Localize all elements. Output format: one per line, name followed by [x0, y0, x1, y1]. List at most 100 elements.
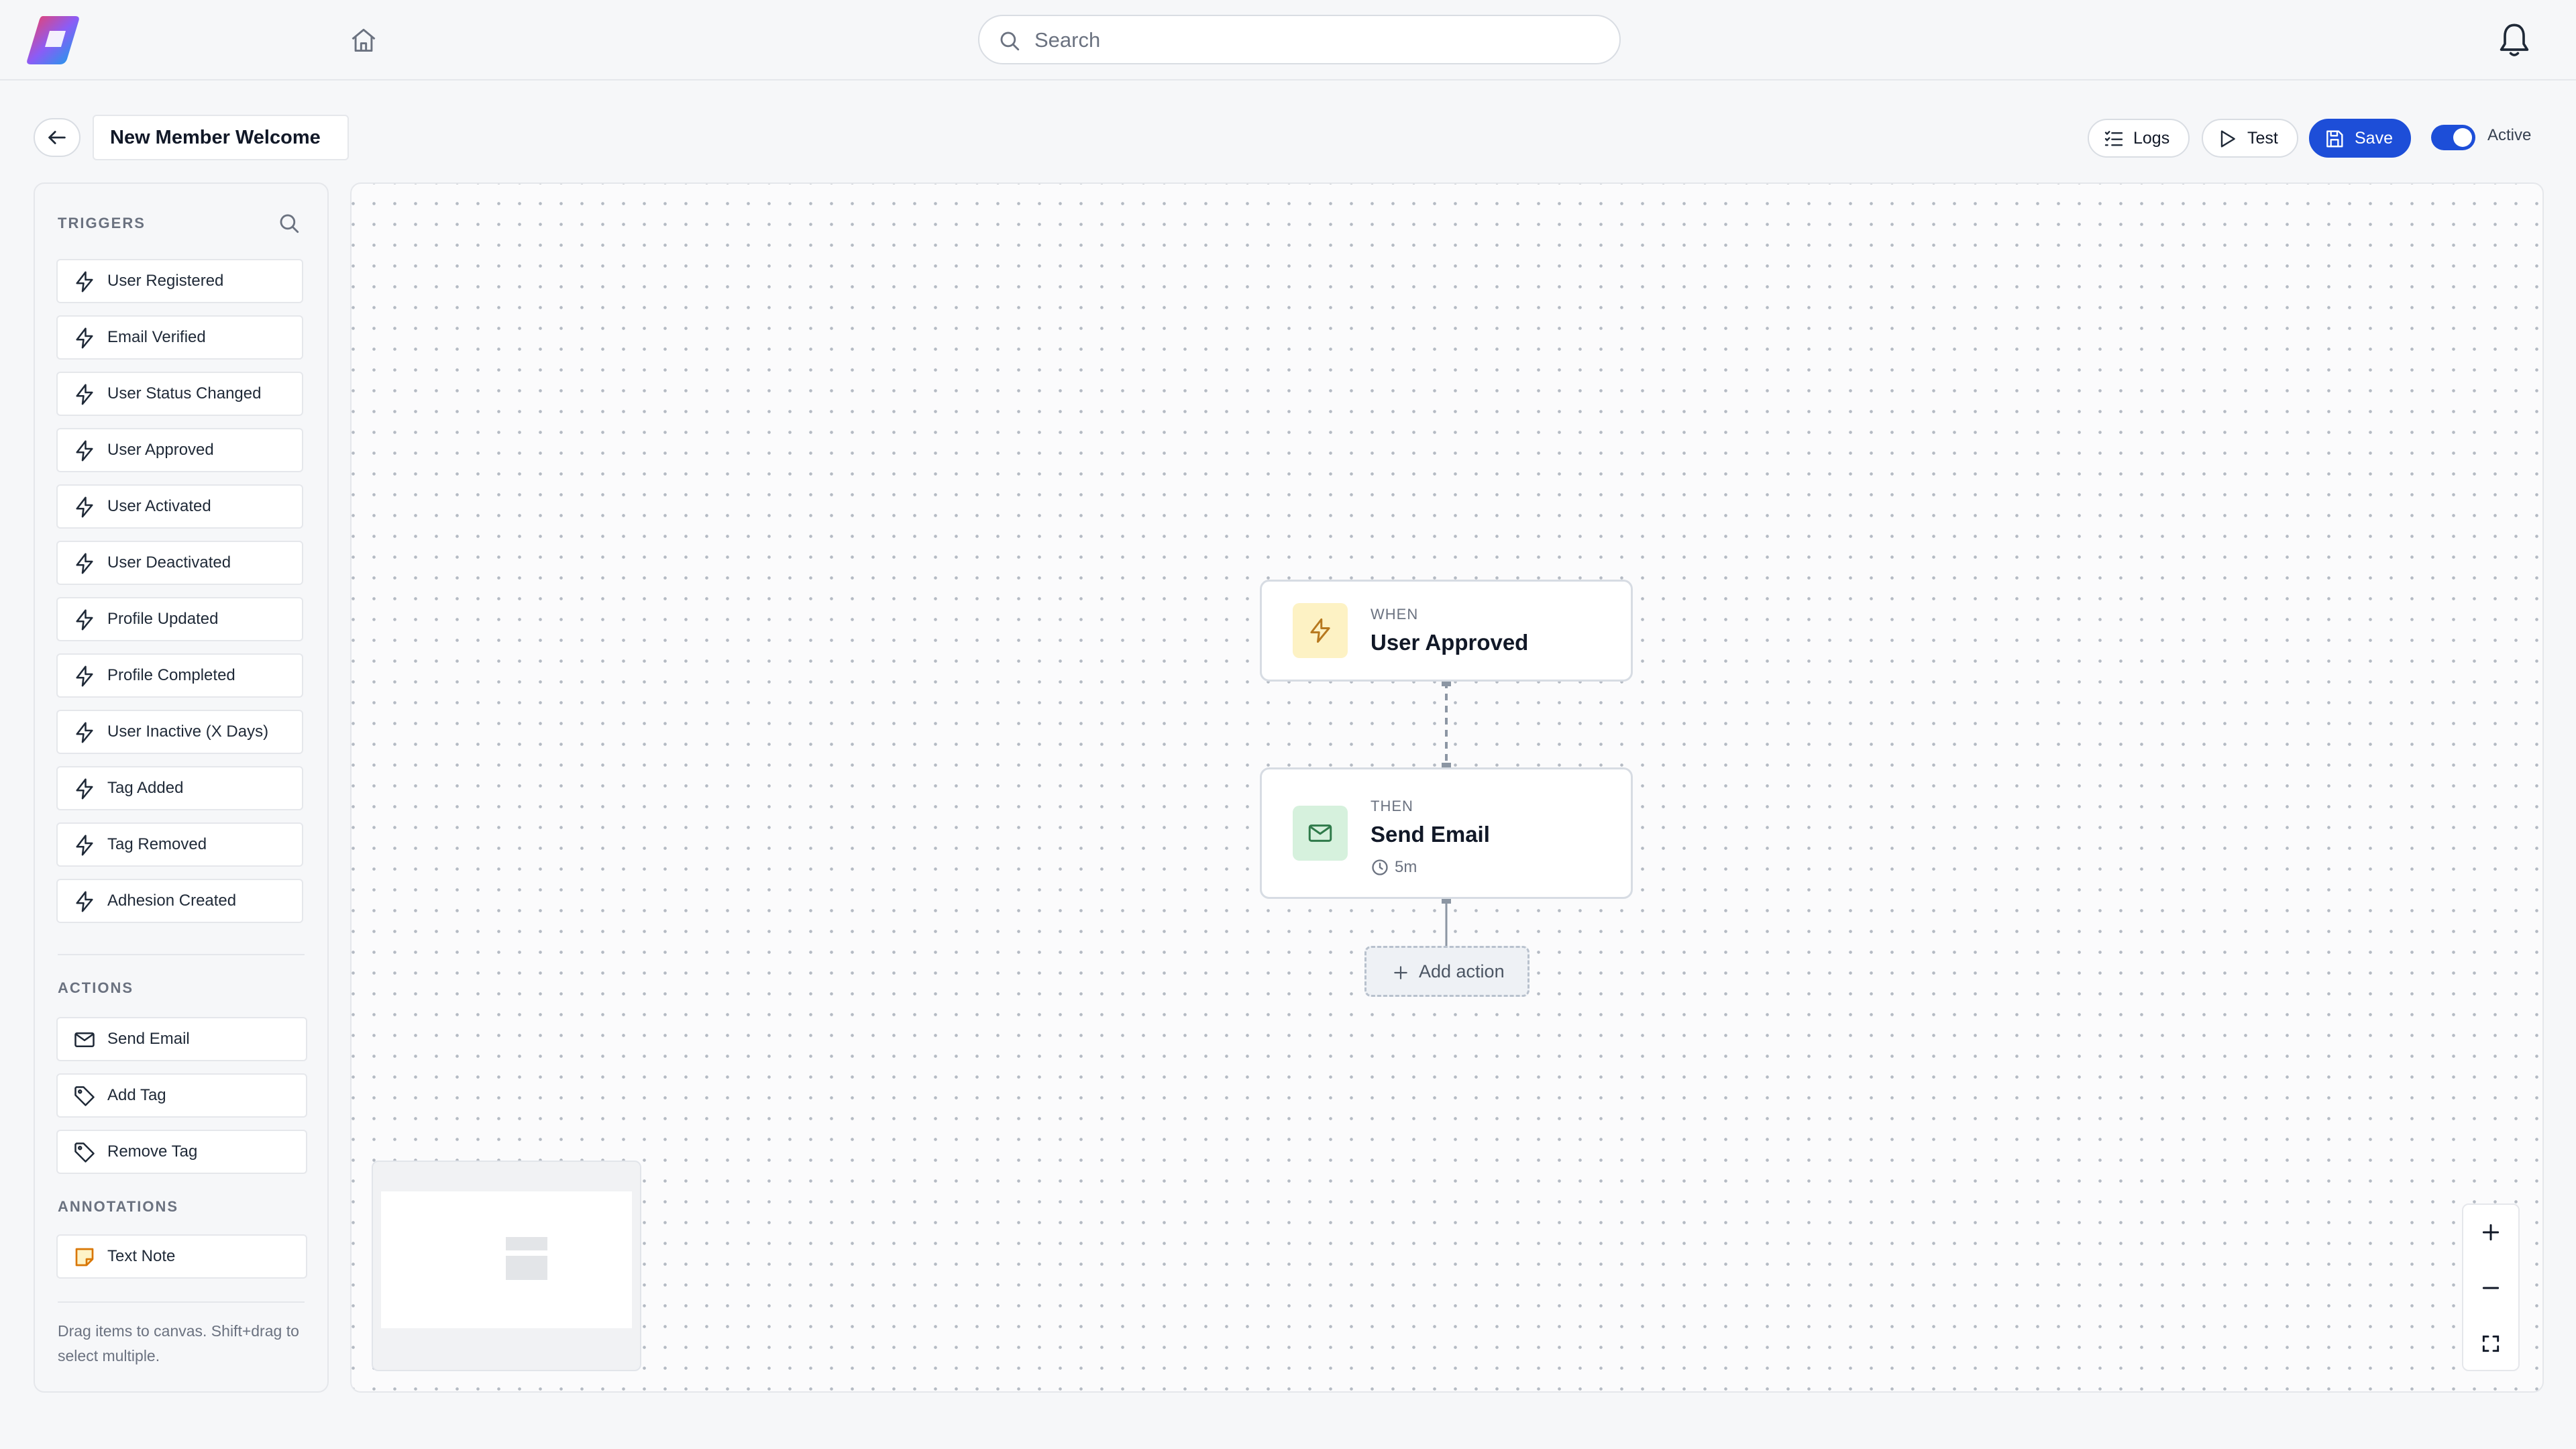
node-title: User Approved: [1371, 630, 1529, 655]
trigger-item[interactable]: User Status Changed: [56, 372, 303, 416]
trigger-label: Tag Added: [107, 779, 184, 797]
minus-icon: [2482, 1287, 2500, 1289]
add-action-label: Add action: [1419, 961, 1505, 981]
trigger-item[interactable]: Profile Updated: [56, 597, 303, 641]
sidebar-hint: Drag items to canvas. Shift+drag to sele…: [58, 1322, 299, 1364]
trigger-label: User Status Changed: [107, 384, 262, 402]
lightning-icon: [76, 496, 93, 518]
minimap[interactable]: [372, 1161, 641, 1371]
trigger-label: User Registered: [107, 272, 224, 290]
search-icon: [1000, 32, 1020, 51]
minimap-node: [506, 1256, 547, 1280]
action-add-tag[interactable]: Add Tag: [56, 1073, 307, 1118]
mail-icon: [1308, 824, 1332, 842]
floppy-icon: [2326, 130, 2343, 148]
trigger-label: Tag Removed: [107, 835, 207, 853]
trigger-item[interactable]: Adhesion Created: [56, 879, 303, 923]
clock-icon: [1372, 859, 1388, 875]
delay-value: 5m: [1395, 858, 1417, 876]
trigger-item[interactable]: User Registered: [56, 259, 303, 303]
search-bar[interactable]: [978, 15, 1621, 64]
lightning-icon: [76, 609, 93, 631]
search-icon[interactable]: [278, 212, 301, 235]
trigger-label: Profile Updated: [107, 610, 219, 628]
workflow-name-field[interactable]: New Member Welcome: [93, 115, 349, 160]
annotations-title: ANNOTATIONS: [58, 1198, 179, 1215]
lightning-icon: [76, 384, 93, 405]
trigger-item[interactable]: User Inactive (X Days): [56, 710, 303, 754]
lightning-icon: [76, 271, 93, 292]
mail-icon: [74, 1032, 95, 1048]
action-label: Send Email: [107, 1030, 190, 1048]
logs-label: Logs: [2133, 129, 2170, 148]
plus-icon: [2482, 1224, 2500, 1241]
trigger-label: User Deactivated: [107, 553, 231, 572]
trigger-item[interactable]: Tag Removed: [56, 822, 303, 867]
trigger-label: Adhesion Created: [107, 892, 237, 910]
list-icon: [2104, 131, 2123, 146]
trigger-label: User Activated: [107, 497, 211, 515]
lightning-icon: [76, 665, 93, 687]
test-label: Test: [2247, 129, 2278, 148]
annotation-label: Text Note: [107, 1247, 176, 1265]
note-icon: [75, 1248, 94, 1267]
fullscreen-icon: [2482, 1335, 2500, 1352]
action-label: Remove Tag: [107, 1142, 198, 1161]
bell-icon[interactable]: [2497, 21, 2532, 59]
trigger-item[interactable]: User Approved: [56, 428, 303, 472]
lightning-icon: [76, 722, 93, 743]
lightning-icon: [76, 778, 93, 800]
minimap-node: [506, 1237, 547, 1250]
fit-view-button[interactable]: [2463, 1316, 2518, 1371]
trigger-label: User Approved: [107, 441, 214, 459]
arrow-left-icon: [48, 131, 66, 144]
trigger-item[interactable]: User Deactivated: [56, 541, 303, 585]
lightning-icon: [76, 891, 93, 912]
trigger-item[interactable]: User Activated: [56, 484, 303, 529]
lightning-icon: [76, 327, 93, 349]
action-send-email[interactable]: Send Email: [56, 1017, 307, 1061]
actions-title: ACTIONS: [58, 979, 133, 996]
lightning-icon: [1310, 618, 1330, 643]
tag-icon: [74, 1086, 95, 1106]
node-kicker: WHEN: [1371, 606, 1419, 623]
trigger-node[interactable]: WHEN User Approved: [1260, 580, 1633, 682]
trigger-item[interactable]: Tag Added: [56, 766, 303, 810]
active-label: Active: [2487, 126, 2532, 144]
save-label: Save: [2355, 129, 2393, 148]
annotation-text-note[interactable]: Text Note: [56, 1234, 307, 1279]
trigger-label: Profile Completed: [107, 666, 235, 684]
zoom-in-button[interactable]: [2463, 1205, 2518, 1260]
node-kicker: THEN: [1371, 798, 1413, 814]
action-label: Add Tag: [107, 1086, 166, 1104]
zoom-out-button[interactable]: [2463, 1260, 2518, 1316]
action-remove-tag[interactable]: Remove Tag: [56, 1130, 307, 1174]
trigger-item[interactable]: Email Verified: [56, 315, 303, 360]
lightning-icon: [76, 553, 93, 574]
plus-icon: [1394, 966, 1407, 979]
add-action-button[interactable]: Add action: [1364, 946, 1529, 997]
zoom-controls: [2462, 1203, 2520, 1371]
action-badge: [1293, 806, 1348, 861]
app-logo[interactable]: [25, 15, 80, 66]
home-icon[interactable]: [349, 25, 378, 55]
divider: [58, 954, 305, 955]
toggle-knob: [2453, 128, 2472, 147]
active-toggle[interactable]: [2431, 125, 2475, 150]
node-title: Send Email: [1371, 822, 1490, 847]
search-input[interactable]: [1033, 20, 1613, 60]
trigger-item[interactable]: Profile Completed: [56, 653, 303, 698]
workflow-canvas[interactable]: WHEN User Approved THEN Send Email 5m Ad…: [350, 182, 2544, 1393]
action-node[interactable]: THEN Send Email 5m: [1260, 767, 1633, 899]
node-palette-sidebar: TRIGGERS User Registered Email Verified Us…: [34, 182, 329, 1393]
trigger-badge: [1293, 603, 1348, 658]
back-button[interactable]: [34, 118, 80, 157]
logs-button[interactable]: Logs: [2088, 119, 2190, 158]
lightning-icon: [76, 440, 93, 462]
test-button[interactable]: Test: [2202, 119, 2298, 158]
trigger-label: User Inactive (X Days): [107, 722, 269, 741]
top-bar: [0, 0, 2576, 80]
play-icon: [2220, 130, 2235, 148]
save-button[interactable]: Save: [2309, 119, 2411, 158]
divider: [58, 1301, 305, 1303]
